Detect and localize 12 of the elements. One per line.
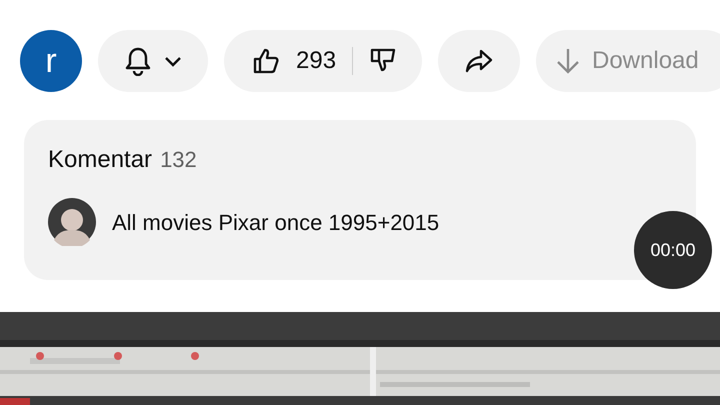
commenter-avatar-icon: [48, 198, 96, 246]
thumbs-up-icon[interactable]: [252, 47, 280, 75]
timer-badge: 00:00: [634, 211, 712, 289]
channel-avatar[interactable]: r: [20, 30, 82, 92]
share-arrow-icon: [464, 48, 494, 74]
chevron-down-icon: [164, 56, 182, 66]
download-arrow-icon: [556, 47, 580, 75]
bell-icon: [124, 46, 152, 76]
comments-title: Komentar: [48, 145, 152, 175]
comment-count: 132: [160, 146, 197, 174]
top-comment: All movies Pixar once 1995+2015: [112, 208, 440, 236]
like-count: 293: [296, 46, 336, 76]
